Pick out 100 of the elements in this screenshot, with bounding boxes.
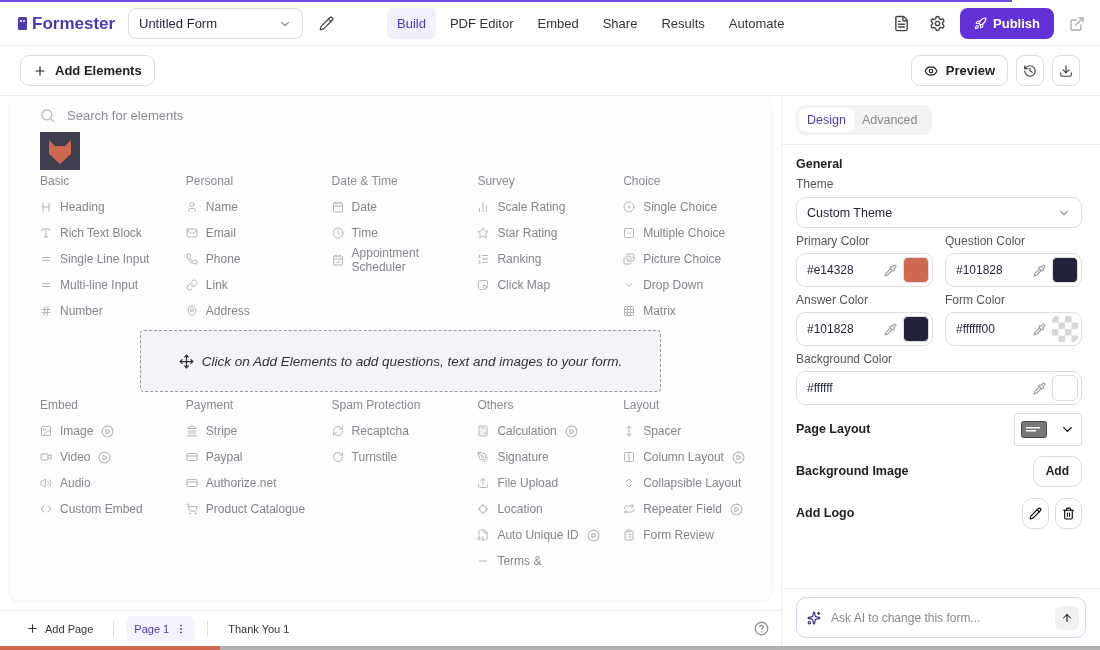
element-item[interactable]: Picture Choice	[643, 252, 722, 266]
layout-select[interactable]	[1014, 412, 1082, 446]
color-field[interactable]: #ffffff	[796, 371, 1082, 405]
nav-tab[interactable]: Automate	[718, 8, 795, 39]
element-item[interactable]: Form Review	[643, 528, 714, 542]
element-item[interactable]: Single Line Input	[60, 252, 150, 266]
element-item[interactable]: Auto Unique ID	[497, 528, 579, 542]
page-tab[interactable]: Page 1	[126, 615, 196, 642]
element-item[interactable]: Product Catalogue	[205, 502, 306, 516]
theme-select[interactable]: Custom Theme	[796, 197, 1082, 228]
drop-zone[interactable]: Click on Add Elements to add questions, text and images to your form.	[140, 330, 661, 392]
publish-button[interactable]: Publish	[960, 8, 1054, 39]
element-item[interactable]: Authorize.net	[205, 476, 277, 490]
element-item[interactable]: Rich Text Block	[60, 226, 142, 240]
play-icon[interactable]	[731, 450, 745, 464]
search-field[interactable]: Search for elements	[65, 106, 305, 124]
ai-prompt-input[interactable]: Ask AI to change this form...	[829, 609, 1047, 626]
color-swatch[interactable]	[903, 257, 929, 283]
element-item[interactable]: Calculation	[497, 424, 557, 438]
help-icon[interactable]	[754, 621, 769, 636]
element-item[interactable]: Star Rating	[497, 226, 558, 240]
element-item[interactable]: Date	[351, 200, 377, 214]
page-tab[interactable]: Thank You 1	[220, 615, 298, 642]
image-icon	[40, 425, 52, 437]
element-item[interactable]: Matrix	[643, 304, 676, 318]
calculator-icon	[477, 425, 490, 437]
element-item[interactable]: Multi-line Input	[60, 278, 139, 292]
element-item[interactable]: Terms &	[497, 554, 542, 568]
element-item[interactable]: Name	[205, 200, 238, 214]
element-item[interactable]: Video	[60, 450, 91, 464]
element-item[interactable]: Custom Embed	[60, 502, 143, 516]
phone-icon	[185, 253, 198, 265]
nav-tab[interactable]: Share	[592, 8, 648, 39]
element-item[interactable]: Address	[205, 304, 250, 318]
color-swatch[interactable]	[1052, 375, 1078, 401]
eyedropper-icon[interactable]	[1033, 263, 1046, 277]
color-field[interactable]: #ffffff00	[945, 312, 1082, 346]
preview-button[interactable]: Preview	[910, 55, 1008, 86]
color-field[interactable]: #e14328	[796, 253, 933, 287]
element-item[interactable]: Column Layout	[643, 450, 724, 464]
eyedropper-icon[interactable]	[1033, 322, 1046, 336]
refresh-icon	[331, 451, 344, 463]
color-swatch[interactable]	[1052, 257, 1078, 283]
ai-prompt-field[interactable]: Ask AI to change this form...	[796, 597, 1086, 638]
element-item[interactable]: Link	[205, 278, 228, 292]
element-item[interactable]: Single Choice	[643, 200, 718, 214]
element-item[interactable]: File Upload	[497, 476, 559, 490]
panel-tab[interactable]: Design	[799, 108, 854, 132]
add-elements-button[interactable]: Add Elements	[20, 55, 155, 86]
element-item[interactable]: Ranking	[497, 252, 542, 266]
element-item[interactable]: Spacer	[643, 424, 682, 438]
nav-tab[interactable]: Embed	[527, 8, 589, 39]
panel-tab[interactable]: Advanced	[853, 108, 926, 132]
play-icon[interactable]	[586, 528, 600, 542]
nav-tab[interactable]: Build	[387, 8, 436, 39]
element-item[interactable]: Stripe	[205, 424, 238, 438]
add-page-button[interactable]: Add Page	[18, 615, 102, 642]
form-name-select[interactable]: Untitled Form	[128, 8, 303, 39]
video-icon	[40, 451, 52, 463]
element-item[interactable]: Paypal	[205, 450, 243, 464]
play-icon[interactable]	[98, 450, 112, 464]
color-field[interactable]: #101828	[945, 253, 1082, 287]
element-item[interactable]: Phone	[205, 252, 241, 266]
element-item[interactable]: Click Map	[497, 278, 551, 292]
element-item[interactable]: Multiple Choice	[643, 226, 726, 240]
element-item[interactable]: Appointment Scheduler	[351, 246, 452, 274]
element-item[interactable]: Recaptcha	[351, 424, 409, 438]
columns-icon	[623, 451, 636, 463]
images-icon	[623, 253, 636, 265]
element-item[interactable]: Number	[60, 304, 103, 318]
eyedropper-icon[interactable]	[884, 263, 897, 277]
element-item[interactable]: Collapsible Layout	[643, 476, 742, 490]
element-item[interactable]: Audio	[60, 476, 91, 490]
element-item[interactable]: Time	[351, 226, 378, 240]
color-swatch[interactable]	[1052, 316, 1078, 342]
element-item[interactable]: Email	[205, 226, 236, 240]
color-swatch[interactable]	[903, 316, 929, 342]
play-icon[interactable]	[729, 502, 743, 516]
element-item[interactable]: Location	[497, 502, 543, 516]
element-item[interactable]: Scale Rating	[497, 200, 566, 214]
add-button[interactable]: Add	[1032, 455, 1082, 487]
history-icon[interactable]	[1016, 55, 1044, 86]
eyedropper-icon[interactable]	[1033, 381, 1046, 395]
element-item[interactable]: Drop Down	[643, 278, 704, 292]
color-field[interactable]: #101828	[796, 312, 933, 346]
element-item[interactable]: Signature	[497, 450, 549, 464]
clock-icon	[331, 227, 344, 239]
delete-icon[interactable]	[1055, 497, 1082, 529]
send-icon[interactable]	[1055, 605, 1079, 630]
element-item[interactable]: Image	[60, 424, 94, 438]
download-icon[interactable]	[1052, 55, 1080, 86]
nav-tab[interactable]: PDF Editor	[439, 8, 524, 39]
play-icon[interactable]	[564, 424, 578, 438]
edit-icon[interactable]	[1022, 497, 1049, 529]
element-item[interactable]: Repeater Field	[643, 502, 722, 516]
element-item[interactable]: Heading	[60, 200, 105, 214]
eyedropper-icon[interactable]	[884, 322, 897, 336]
play-icon[interactable]	[101, 424, 115, 438]
nav-tab[interactable]: Results	[651, 8, 715, 39]
element-item[interactable]: Turnstile	[351, 450, 398, 464]
